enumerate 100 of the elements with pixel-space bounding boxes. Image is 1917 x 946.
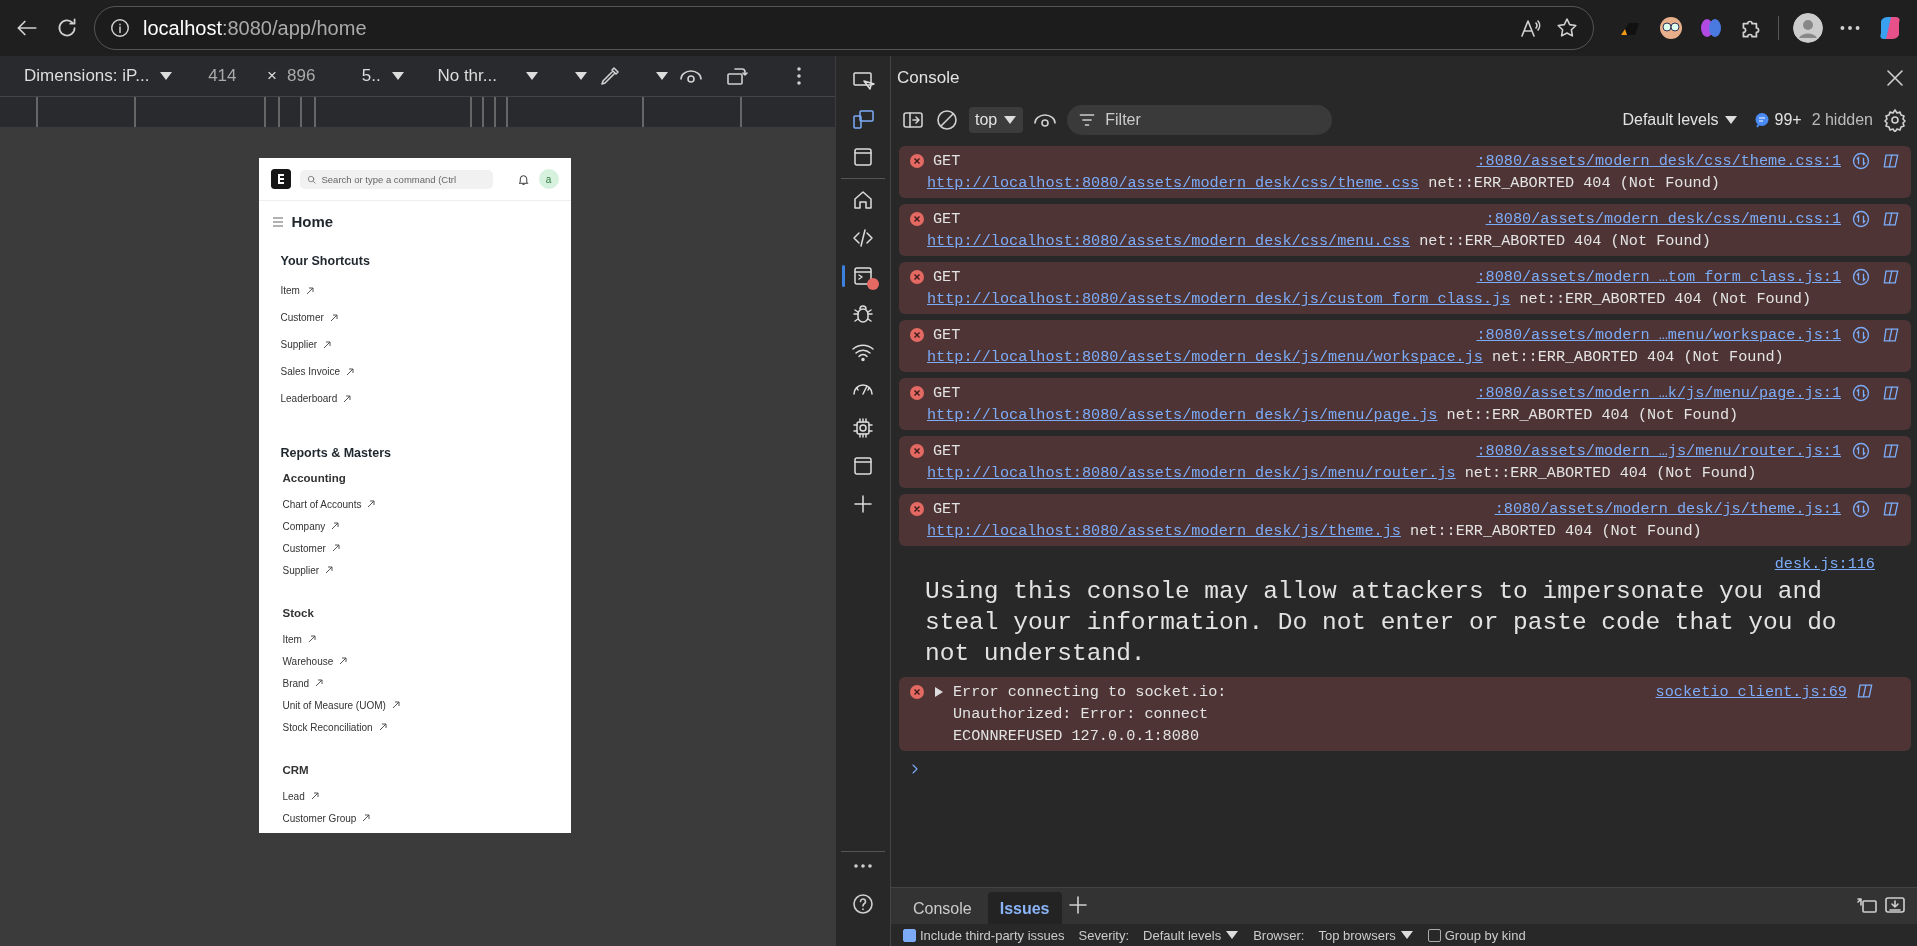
severity-dropdown[interactable]: Default levels	[1143, 927, 1240, 943]
report-link[interactable]: Brand	[282, 677, 310, 689]
source-link[interactable]: :8080/assets/modern_desk/css/theme.css:1	[1476, 150, 1841, 172]
arrow-icon	[343, 394, 352, 403]
zoom-label[interactable]: 5..	[361, 66, 381, 86]
message-count: 99+	[1774, 111, 1802, 129]
hidden-count: 2 hidden	[1811, 111, 1873, 129]
address-bar[interactable]: localhost:8080/app/home	[94, 6, 1594, 50]
checkbox[interactable]	[903, 928, 916, 942]
report-link[interactable]: Unit of Measure (UOM)	[282, 699, 386, 711]
method-label: GET	[933, 499, 961, 520]
report-link[interactable]: Customer	[282, 542, 326, 554]
shortcut-link[interactable]: Leaderboard	[280, 393, 338, 404]
settings-icon[interactable]	[1883, 108, 1907, 132]
user-avatar[interactable]: a	[538, 169, 559, 189]
caret-icon[interactable]	[1003, 114, 1018, 126]
url-link[interactable]: http://localhost:8080/assets/modern_desk/css/menu.css	[927, 232, 1411, 250]
report-link[interactable]: Company	[282, 520, 326, 532]
drawer-tab[interactable]: Console	[901, 892, 984, 924]
report-link[interactable]: Chart of Accounts	[282, 498, 362, 510]
help-icon[interactable]	[851, 892, 875, 916]
caret-icon[interactable]	[390, 70, 405, 82]
caret-icon[interactable]	[1225, 929, 1240, 941]
network-icon[interactable]	[1851, 325, 1871, 345]
caret-icon[interactable]	[525, 70, 540, 82]
source-link[interactable]: :8080/assets/modern_desk/js/theme.js:1	[1494, 498, 1841, 520]
method-label: GET	[933, 383, 961, 404]
search-field[interactable]: Search or type a command (Ctrl	[299, 169, 493, 189]
height-value[interactable]: 896	[287, 66, 316, 86]
source-link[interactable]: :8080/assets/modern_…menu/workspace.js:1	[1476, 324, 1841, 346]
caret-icon[interactable]	[574, 70, 589, 82]
glasses-face-icon[interactable]	[1658, 15, 1684, 41]
browser-dropdown[interactable]: Top browsers	[1318, 927, 1414, 943]
source-link[interactable]: socketio_client.js:69	[1655, 681, 1847, 703]
url-link[interactable]: http://localhost:8080/assets/modern_desk/js/menu/page.js	[927, 406, 1438, 424]
throttle-label[interactable]: No thr...	[437, 66, 497, 86]
report-link[interactable]: Customer Group	[282, 812, 357, 824]
source-link[interactable]: :8080/assets/modern_desk/css/menu.css:1	[1485, 208, 1841, 230]
report-link[interactable]: Warehouse	[282, 655, 334, 667]
url-text: localhost:8080/app/home	[143, 16, 368, 40]
method-label: GET	[933, 209, 961, 230]
source-link[interactable]: desk.js:116	[1774, 555, 1875, 573]
network-icon[interactable]	[1851, 209, 1871, 229]
expand-triangle-icon[interactable]	[933, 686, 945, 698]
group-heading: Accounting	[282, 472, 347, 484]
filter-field[interactable]: Filter	[1067, 105, 1332, 135]
shortcut-link[interactable]: Sales Invoice	[280, 366, 340, 377]
arrow-icon	[362, 814, 371, 822]
shortcut-link[interactable]: Item	[280, 285, 300, 296]
arrow-icon	[325, 566, 334, 574]
profile-avatar[interactable]	[1793, 13, 1823, 43]
url-link[interactable]: http://localhost:8080/assets/modern_desk/js/menu/router.js	[927, 464, 1456, 482]
bell-icon[interactable]	[516, 172, 530, 186]
arrow-icon	[331, 522, 340, 530]
arrow-icon	[307, 635, 316, 643]
info-icon	[109, 17, 131, 39]
message-text: http://localhost:8080/assets/modern_desk/js/menu/router.js net::ERR_ABORTED 404 (Not Found)	[926, 463, 1758, 484]
network-icon[interactable]	[1851, 441, 1871, 461]
error-icon	[909, 501, 925, 517]
method-label: GET	[933, 325, 961, 346]
source-link[interactable]: :8080/assets/modern_…k/js/menu/page.js:1	[1476, 382, 1841, 404]
severity-label: Severity:	[1078, 927, 1130, 943]
caret-icon[interactable]	[1399, 929, 1414, 941]
error-icon	[909, 684, 925, 700]
arrow-icon	[331, 544, 340, 552]
levels-dropdown[interactable]: Default levels	[1616, 110, 1745, 130]
url-link[interactable]: http://localhost:8080/assets/modern_desk/css/theme.css	[927, 174, 1420, 192]
caret-icon[interactable]	[1724, 114, 1739, 126]
url-link[interactable]: http://localhost:8080/assets/modern_desk/js/theme.js	[927, 522, 1401, 540]
caret-icon[interactable]	[654, 70, 669, 82]
shortcut-link[interactable]: Customer	[280, 312, 324, 323]
star-icon[interactable]	[1555, 16, 1579, 40]
message-text: http://localhost:8080/assets/modern_desk/js/menu/page.js net::ERR_ABORTED 404 (Not Found)	[926, 405, 1740, 426]
network-icon[interactable]	[1851, 383, 1871, 403]
checkbox[interactable]	[1427, 928, 1441, 942]
report-link[interactable]: Stock Reconciliation	[282, 721, 373, 733]
context-dropdown[interactable]: top	[969, 107, 1024, 133]
report-link[interactable]: Supplier	[282, 564, 320, 576]
source-link[interactable]: :8080/assets/modern_…js/menu/router.js:1	[1476, 440, 1841, 462]
drawer-tab[interactable]: Issues	[987, 892, 1062, 924]
network-icon[interactable]	[1851, 499, 1871, 519]
clear-icon[interactable]	[935, 108, 959, 132]
caret-icon[interactable]	[159, 70, 174, 82]
network-icon[interactable]	[1851, 151, 1871, 171]
arrow-icon	[323, 340, 332, 349]
times-sign: ×	[267, 66, 278, 86]
page-title: Home	[291, 213, 334, 230]
arrow-icon	[329, 313, 338, 322]
source-link[interactable]: :8080/assets/modern_…tom_form_class.js:1	[1476, 266, 1841, 288]
report-link[interactable]: Item	[282, 633, 302, 645]
url-link[interactable]: http://localhost:8080/assets/modern_desk/js/custom_form_class.js	[927, 290, 1511, 308]
dimensions-label[interactable]: Dimensions: iP...	[24, 66, 150, 86]
arrow-icon	[339, 657, 348, 665]
report-link[interactable]: Lead	[282, 790, 305, 802]
width-value[interactable]: 414	[208, 66, 237, 86]
url-link[interactable]: http://localhost:8080/assets/modern_desk/js/menu/workspace.js	[927, 348, 1483, 366]
message-text: http://localhost:8080/assets/modern_desk/js/custom_form_class.js net::ERR_ABORTED 404 (Not Found)	[926, 289, 1813, 310]
network-icon[interactable]	[1851, 267, 1871, 287]
app-logo[interactable]	[270, 169, 291, 189]
shortcut-link[interactable]: Supplier	[280, 339, 318, 350]
